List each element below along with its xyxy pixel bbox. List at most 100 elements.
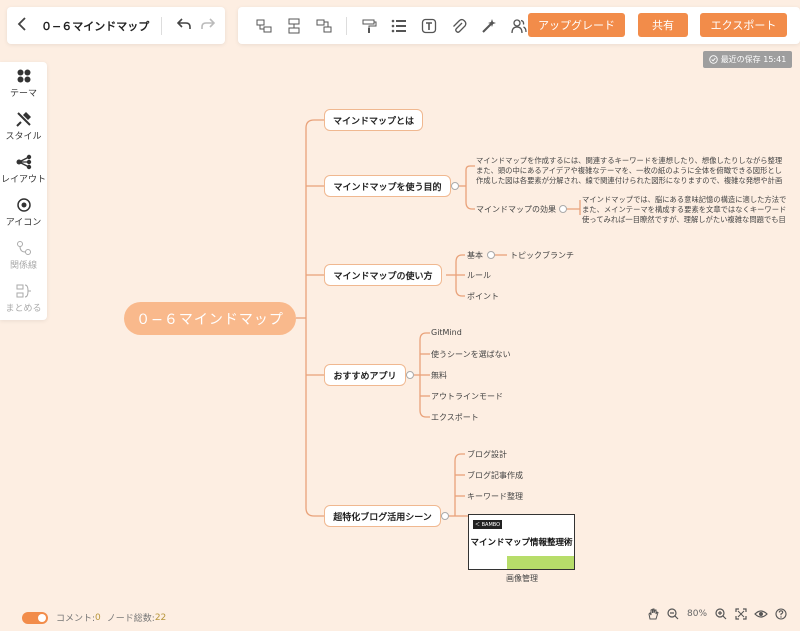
zoom-out-button[interactable]: [663, 606, 683, 622]
add-sibling-node-icon: [288, 18, 300, 33]
view-controls: 80%: [643, 606, 791, 622]
sidebar-item-style[interactable]: スタイル: [0, 111, 47, 142]
save-status-text: 最近の保存 15:41: [720, 55, 787, 64]
icon-icon: [16, 198, 31, 212]
sidebar-item-summary[interactable]: まとめる: [0, 283, 47, 314]
note-text: 作成した図は各要素が分解され、線で関連付けられた図形になりますので、複雑な発想や…: [476, 176, 783, 185]
sub-node[interactable]: キーワード整理: [467, 491, 523, 502]
branch-node[interactable]: マインドマップとは: [324, 109, 423, 131]
help-icon: [775, 608, 787, 620]
sidebar-item-label: アイコン: [5, 218, 42, 228]
note-text: また、メインテーマを構成する要素を文章ではなくキーワード: [582, 205, 787, 214]
add-child-node-button[interactable]: [252, 14, 276, 38]
comment-count: 0: [95, 612, 101, 623]
undo-icon: [176, 17, 191, 29]
image-node[interactable]: ＜ BAMBO マインドマップ情報整理術: [468, 514, 575, 570]
sidebar-item-theme[interactable]: テーマ: [0, 68, 47, 99]
mindmap-connectors: [296, 119, 581, 520]
check-circle-icon: [708, 55, 718, 64]
back-button[interactable]: [7, 15, 37, 36]
fit-screen-icon: [735, 608, 747, 620]
add-child-node-icon: [256, 19, 272, 32]
note-text: また、頭の中にあるアイデアや複雑なテーマを、一枚の紙のように全体を俯瞰できる図形…: [476, 166, 782, 175]
comment-label: コメント:: [56, 614, 96, 624]
note-text: マインドマップでは、脳にある意味記憶の構造に適した方法で: [582, 195, 787, 204]
add-parent-node-button[interactable]: [312, 14, 336, 38]
sub-node[interactable]: 使うシーンを選ばない: [431, 349, 511, 360]
sub-node[interactable]: 基本: [467, 250, 483, 261]
sub-node[interactable]: アウトラインモード: [431, 391, 503, 402]
sidebar-item-layout[interactable]: レイアウト: [0, 154, 47, 185]
sidebar-item-relation-line[interactable]: 関係線: [0, 240, 47, 271]
people-icon: [511, 18, 527, 33]
image-tag: ＜ BAMBO: [473, 520, 503, 529]
export-button[interactable]: エクスポート: [700, 13, 787, 37]
zoom-level: 80%: [687, 609, 708, 619]
sidebar-item-label: 関係線: [9, 261, 37, 271]
sidebar-item-label: まとめる: [5, 304, 42, 314]
hand-tool-button[interactable]: [643, 606, 663, 622]
fit-screen-button[interactable]: [731, 606, 751, 622]
sub-node[interactable]: ルール: [467, 270, 491, 281]
preview-button[interactable]: [751, 606, 771, 622]
theme-icon: [17, 69, 30, 83]
sidebar-item-label: レイアウト: [0, 175, 46, 185]
image-caption: 画像管理: [506, 574, 538, 583]
eye-icon: [754, 610, 768, 618]
sub-node[interactable]: ポイント: [467, 291, 499, 302]
sub-node[interactable]: ブログ設計: [467, 449, 507, 460]
share-button[interactable]: 共有: [638, 13, 688, 37]
save-status-badge: 最近の保存 15:41: [703, 51, 792, 68]
undo-button[interactable]: [172, 17, 196, 34]
branch-node[interactable]: マインドマップの使い方: [324, 264, 442, 286]
sub-node[interactable]: GitMind: [431, 328, 462, 337]
branch-node[interactable]: マインドマップを使う目的: [324, 175, 451, 197]
upgrade-button[interactable]: アップグレード: [528, 13, 625, 37]
redo-button[interactable]: [196, 17, 220, 34]
zoom-in-button[interactable]: [711, 606, 731, 622]
attachment-icon: [453, 18, 467, 33]
format-painter-button[interactable]: [357, 14, 381, 38]
add-parent-node-icon: [316, 19, 332, 32]
list-button[interactable]: [387, 14, 411, 38]
hand-icon: [648, 608, 659, 620]
sub-node[interactable]: ブログ記事作成: [467, 470, 523, 481]
list-icon: [391, 19, 406, 32]
note-text: マインドマップを作成するには、関連するキーワードを連想したり、想像したりしながら…: [476, 156, 783, 165]
sub-node[interactable]: 無料: [431, 370, 447, 381]
comment-toggle[interactable]: [22, 611, 48, 624]
magic-wand-icon: [482, 18, 496, 33]
divider: [161, 16, 162, 35]
sub-node[interactable]: トピックブランチ: [510, 250, 574, 261]
divider: [346, 16, 347, 35]
title-bar: ０−６マインドマップ: [7, 7, 225, 44]
root-node[interactable]: ０−６マインドマップ: [124, 302, 296, 335]
sub-node[interactable]: エクスポート: [431, 412, 479, 423]
zoom-out-icon: [667, 608, 679, 620]
attachment-button[interactable]: [447, 14, 471, 38]
sub-node[interactable]: マインドマップの効果: [476, 204, 556, 215]
text-button[interactable]: [417, 14, 441, 38]
note-text: 使ってみれば一目瞭然ですが、理解しがたい複雑な問題でも目: [582, 215, 786, 224]
node-count-label: ノード総数:: [106, 614, 155, 624]
left-sidebar: テーマ スタイル レイアウト アイコン 関係線 まとめる: [0, 62, 47, 320]
sidebar-item-label: スタイル: [5, 132, 42, 142]
layout-icon: [16, 154, 31, 170]
text-icon: [421, 18, 437, 33]
image-highlight: [507, 556, 574, 569]
help-button[interactable]: [771, 606, 791, 622]
relation-line-icon: [16, 241, 31, 255]
branch-node[interactable]: おすすめアプリ: [324, 364, 406, 386]
magic-wand-button[interactable]: [477, 14, 501, 38]
sidebar-item-icon[interactable]: アイコン: [0, 197, 47, 228]
style-icon: [15, 112, 31, 127]
document-title[interactable]: ０−６マインドマップ: [41, 18, 151, 34]
node-count: 22: [154, 612, 167, 623]
footer-stats: コメント: 0 ノード総数: 22: [22, 611, 166, 624]
image-title: マインドマップ情報整理術: [470, 538, 573, 548]
format-painter-icon: [362, 19, 377, 33]
add-sibling-node-button[interactable]: [282, 14, 306, 38]
branch-node[interactable]: 超特化ブログ活用シーン: [324, 505, 441, 527]
summary-icon: [16, 284, 31, 298]
sidebar-item-label: テーマ: [9, 89, 37, 99]
